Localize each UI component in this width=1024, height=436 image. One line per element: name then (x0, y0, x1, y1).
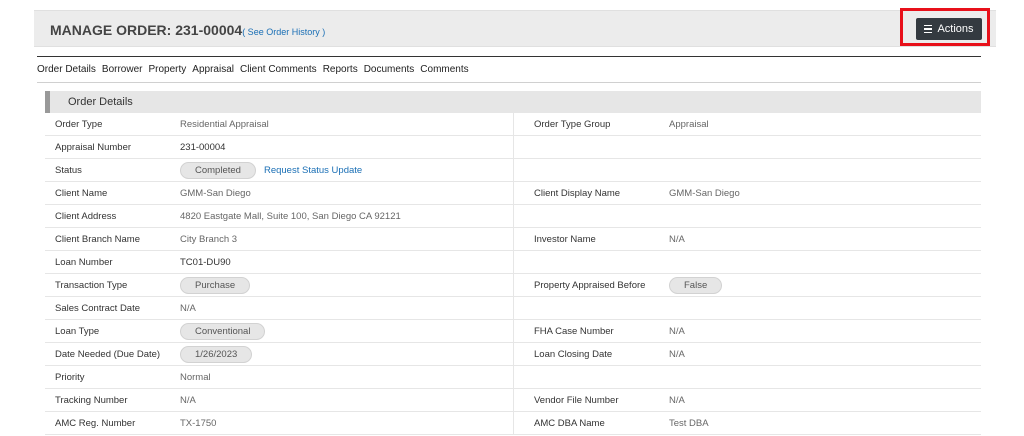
table-row: Date Needed (Due Date) 1/26/2023 Loan Cl… (45, 343, 981, 366)
field-value: 1/26/2023 (180, 343, 514, 365)
table-row: Loan Type Conventional FHA Case Number N… (45, 320, 981, 343)
page-header: MANAGE ORDER: 231-00004( See Order Histo… (34, 8, 996, 47)
field-value: N/A (669, 233, 685, 245)
tab-appraisal[interactable]: Appraisal (192, 64, 234, 78)
actions-button[interactable]: Actions (916, 18, 982, 40)
field-label: AMC Reg. Number (55, 417, 136, 429)
tab-comments[interactable]: Comments (420, 64, 468, 78)
field-value: 231-00004 (180, 136, 514, 158)
field-value: TX-1750 (180, 412, 514, 434)
field-value (669, 366, 981, 388)
table-row: Sales Contract Date N/A (45, 297, 981, 320)
field-label: Appraisal Number (55, 141, 132, 153)
field-value (669, 297, 981, 319)
page-title: MANAGE ORDER: 231-00004( See Order Histo… (50, 22, 325, 38)
order-number: 231-00004 (175, 22, 243, 38)
tabs-divider-bottom (37, 82, 981, 83)
field-value: False (669, 274, 981, 296)
field-value (669, 205, 981, 227)
field-label: Order Type Group (534, 118, 611, 130)
field-label: Client Branch Name (55, 233, 141, 245)
field-label: Loan Type (55, 325, 100, 337)
tab-client-comments[interactable]: Client Comments (240, 64, 317, 78)
field-label (514, 136, 669, 158)
field-label: Investor Name (534, 233, 596, 245)
table-row: Priority Normal (45, 366, 981, 389)
table-row: Client Branch Name City Branch 3 Investo… (45, 228, 981, 251)
status-badge: Completed (180, 161, 256, 179)
field-value: Purchase (180, 274, 514, 296)
field-value: GMM-San Diego (669, 187, 740, 199)
field-label: Client Display Name (534, 187, 621, 199)
field-label: Status (55, 164, 82, 176)
table-row: Client Address 4820 Eastgate Mall, Suite… (45, 205, 981, 228)
field-label: Loan Number (55, 256, 113, 268)
field-label: Order Type (55, 118, 103, 130)
table-row: Loan Number TC01-DU90 (45, 251, 981, 274)
see-order-history-link[interactable]: ( See Order History ) (242, 27, 325, 37)
field-value: N/A (669, 394, 685, 406)
tab-borrower[interactable]: Borrower (102, 64, 143, 78)
field-label: Priority (55, 371, 85, 383)
table-row: Tracking Number N/A Vendor File Number N… (45, 389, 981, 412)
field-value: TC01-DU90 (180, 251, 514, 273)
field-label (514, 205, 669, 227)
order-details-panel: Order Details Order Type Residential App… (45, 91, 981, 435)
field-label: Client Name (55, 187, 108, 199)
table-row: Status Completed Request Status Update (45, 159, 981, 182)
field-value: Residential Appraisal (180, 113, 514, 135)
field-label: Transaction Type (55, 279, 128, 291)
tab-order-details[interactable]: Order Details (37, 64, 96, 78)
field-value (669, 136, 981, 158)
field-value: GMM-San Diego (180, 182, 514, 204)
field-value: Completed Request Status Update (180, 159, 514, 181)
loan-type-badge: Conventional (180, 322, 266, 340)
field-label (514, 251, 669, 273)
table-row: Client Name GMM-San Diego Client Display… (45, 182, 981, 205)
field-value: Appraisal (669, 118, 709, 130)
field-label: Sales Contract Date (55, 302, 141, 314)
field-label: Client Address (55, 210, 117, 222)
actions-button-label: Actions (937, 23, 974, 35)
field-label (514, 297, 669, 319)
page-title-prefix: MANAGE ORDER: (50, 22, 176, 38)
tab-property[interactable]: Property (148, 64, 186, 78)
field-value: Conventional (180, 320, 514, 342)
field-value: 4820 Eastgate Mall, Suite 100, San Diego… (180, 205, 514, 227)
field-value: N/A (669, 325, 685, 337)
field-value: N/A (180, 297, 514, 319)
field-label: AMC DBA Name (534, 417, 605, 429)
request-status-update-link[interactable]: Request Status Update (264, 165, 362, 176)
tab-documents[interactable]: Documents (364, 64, 415, 78)
field-label: Date Needed (Due Date) (55, 348, 161, 360)
field-value: Test DBA (669, 417, 709, 429)
field-value: City Branch 3 (180, 228, 514, 250)
field-label: Tracking Number (55, 394, 128, 406)
field-label: Vendor File Number (534, 394, 619, 406)
table-row: Appraisal Number 231-00004 (45, 136, 981, 159)
field-label: Property Appraised Before (534, 279, 646, 291)
tab-reports[interactable]: Reports (323, 64, 358, 78)
field-label: Loan Closing Date (534, 348, 613, 360)
table-row: Transaction Type Purchase Property Appra… (45, 274, 981, 297)
table-row: Order Type Residential Appraisal Order T… (45, 113, 981, 136)
tabs-divider-top (37, 56, 981, 57)
field-value (669, 159, 981, 181)
table-row: AMC Reg. Number TX-1750 AMC DBA Name Tes… (45, 412, 981, 435)
field-value (669, 251, 981, 273)
field-label: FHA Case Number (534, 325, 614, 337)
due-date-badge: 1/26/2023 (180, 345, 253, 363)
field-label (514, 366, 669, 388)
field-value: N/A (180, 389, 514, 411)
section-title: Order Details (45, 91, 981, 113)
field-value: Normal (180, 366, 514, 388)
transaction-type-badge: Purchase (180, 276, 251, 294)
appraised-before-badge: False (669, 276, 723, 294)
hamburger-icon (924, 24, 933, 34)
field-value: N/A (669, 348, 685, 360)
tab-bar: Order Details Borrower Property Appraisa… (37, 64, 469, 78)
field-label (514, 159, 669, 181)
